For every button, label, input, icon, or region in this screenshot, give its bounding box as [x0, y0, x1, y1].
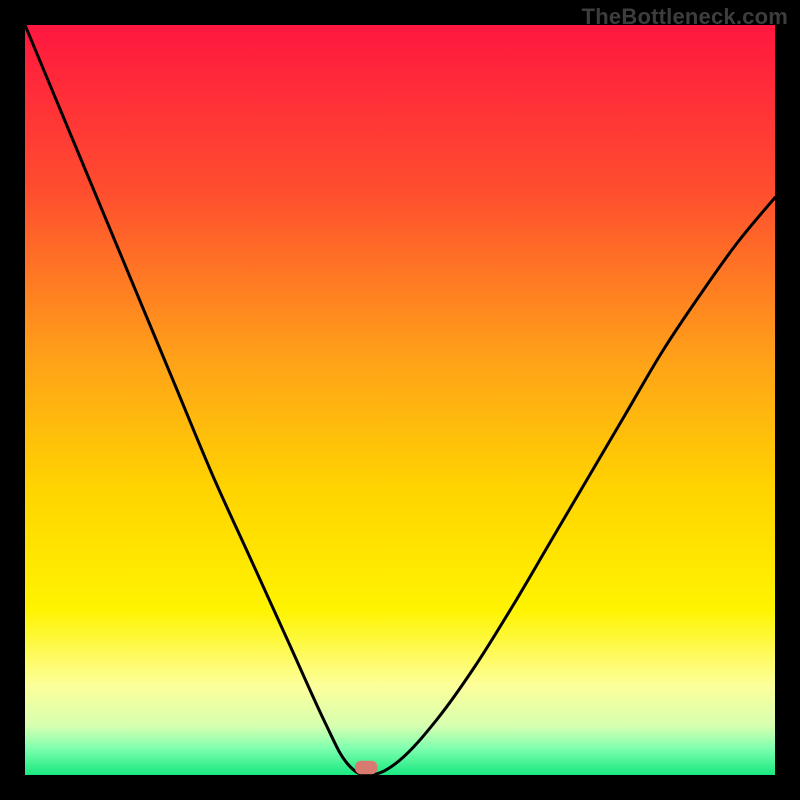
chart-svg	[25, 25, 775, 775]
optimum-marker	[355, 761, 378, 775]
chart-frame: TheBottleneck.com	[0, 0, 800, 800]
watermark-text: TheBottleneck.com	[582, 4, 788, 30]
chart-background	[25, 25, 775, 775]
plot-area	[25, 25, 775, 775]
